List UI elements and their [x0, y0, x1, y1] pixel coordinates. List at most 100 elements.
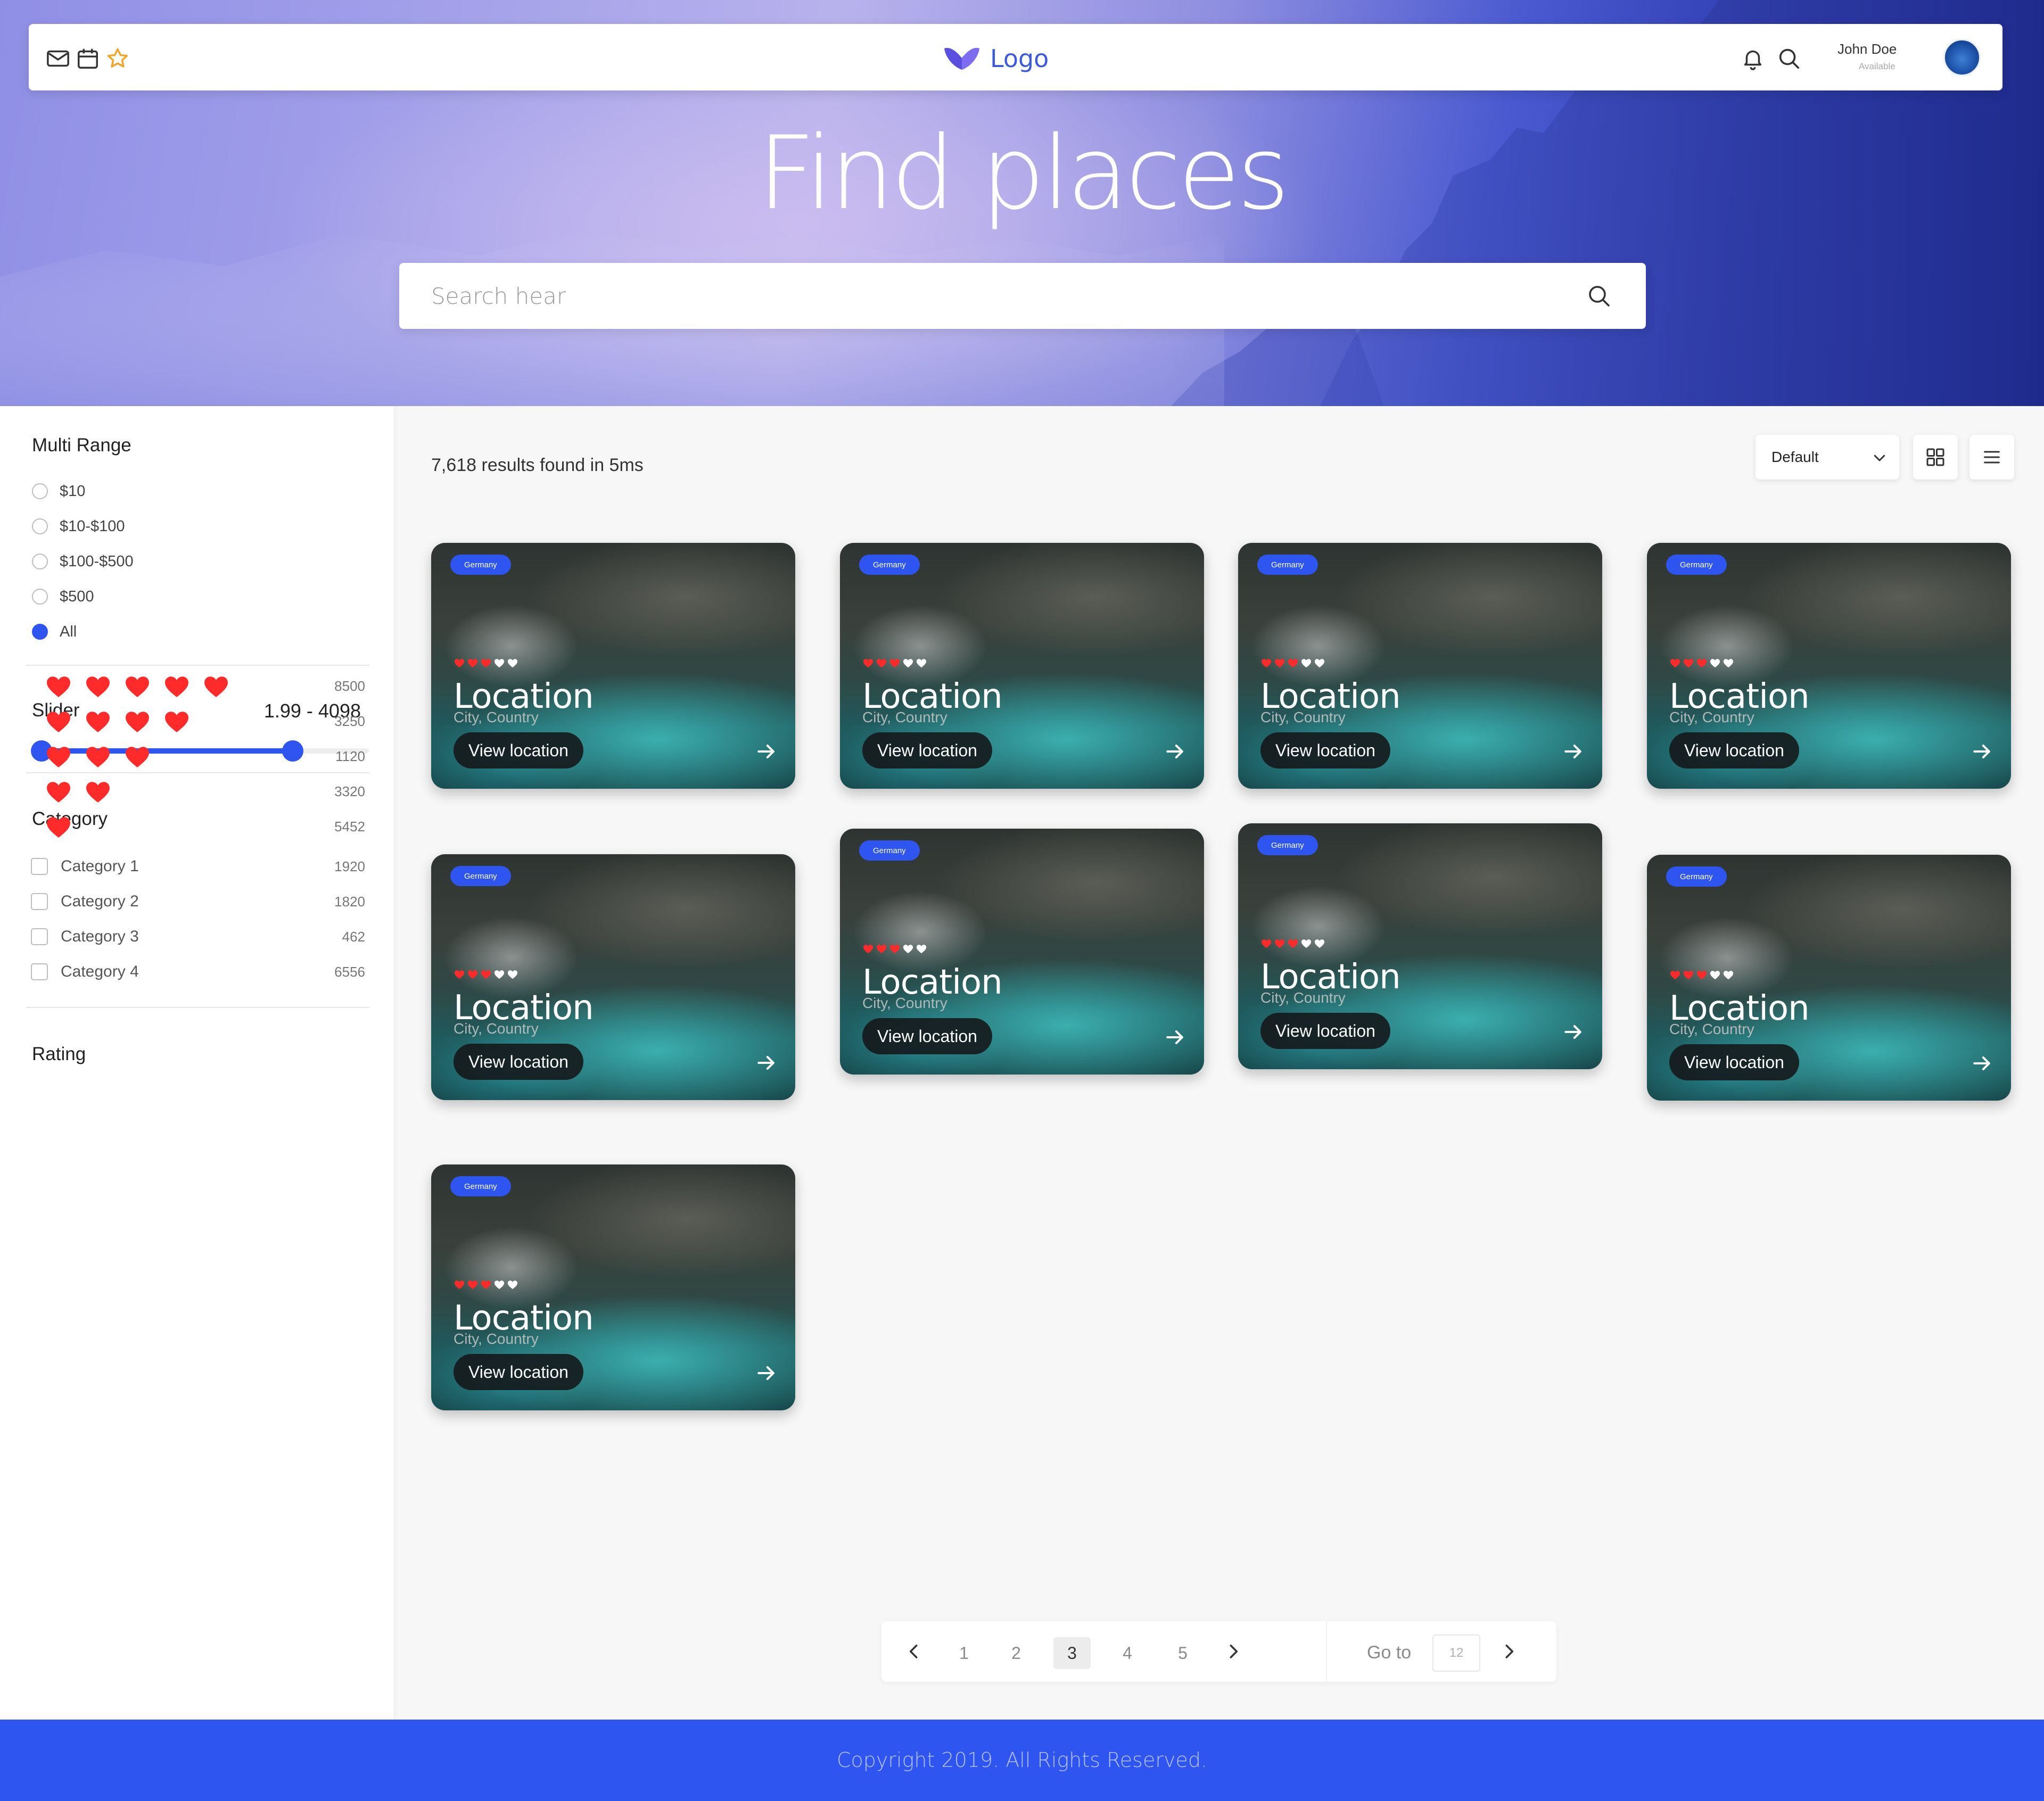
sort-dropdown[interactable]: Default [1755, 435, 1899, 480]
page-link[interactable]: 4 [1109, 1637, 1146, 1669]
location-card[interactable]: Germany Location City, Country View locatio… [1238, 543, 1602, 789]
rating-option[interactable]: 5452 [45, 813, 365, 840]
range-option[interactable]: $10 [32, 481, 85, 502]
rating-count: 1120 [335, 748, 365, 764]
rating-option[interactable]: 1120 [45, 743, 365, 770]
arrow-right-icon[interactable] [1164, 740, 1187, 763]
view-location-button[interactable]: View location [454, 732, 583, 769]
rating-hearts [45, 709, 191, 733]
heart-icon [1274, 939, 1285, 948]
view-location-button[interactable]: View location [1669, 1044, 1799, 1080]
chevron-right-icon[interactable] [1499, 1641, 1519, 1662]
location-card[interactable]: Germany Location City, Country View locatio… [431, 854, 795, 1100]
page-link-current[interactable]: 3 [1053, 1637, 1091, 1669]
arrow-right-icon[interactable] [1971, 740, 1994, 763]
range-option-label: $500 [60, 588, 94, 605]
category-count: 1920 [334, 858, 365, 874]
range-option[interactable]: $10-$100 [32, 516, 125, 537]
footer: Copyright 2019. All Rights Reserved. [0, 1720, 2044, 1801]
arrow-right-icon[interactable] [755, 740, 778, 763]
heart-icon [454, 1280, 465, 1290]
list-view-button[interactable] [1969, 435, 2014, 480]
range-option[interactable]: All [32, 621, 77, 642]
category-option[interactable]: Category 4 6556 [31, 961, 365, 982]
view-location-button[interactable]: View location [454, 1354, 583, 1390]
checkbox[interactable] [31, 928, 48, 945]
heart-icon [494, 1280, 505, 1290]
view-location-button[interactable]: View location [1669, 732, 1799, 769]
range-option-label: $100-$500 [60, 552, 134, 570]
rating-option[interactable]: 3250 [45, 708, 365, 734]
card-subtitle: City, Country [1669, 1021, 1754, 1037]
grid-view-icon [1926, 448, 1944, 466]
page-link[interactable]: 2 [998, 1637, 1035, 1669]
range-option[interactable]: $100-$500 [32, 551, 134, 572]
view-location-button[interactable]: View location [1260, 1013, 1390, 1049]
view-location-button[interactable]: View location [1260, 732, 1390, 769]
radio-button-selected[interactable] [32, 624, 48, 640]
calendar-icon[interactable] [76, 46, 100, 71]
card-subtitle: City, Country [1669, 709, 1754, 725]
location-card[interactable]: Germany Location City, Country View locatio… [1647, 855, 2011, 1101]
rating-hearts [45, 674, 230, 698]
view-location-button[interactable]: View location [862, 1018, 992, 1054]
arrow-right-icon[interactable] [1562, 1020, 1585, 1044]
location-card[interactable]: Germany Location City, Country View locatio… [1647, 543, 2011, 789]
category-option[interactable]: Category 2 1820 [31, 891, 365, 912]
category-option[interactable]: Category 3 462 [31, 926, 365, 947]
location-card[interactable]: Germany Location City, Country View locatio… [840, 543, 1204, 789]
card-rating [1260, 938, 1325, 948]
card-rating [862, 944, 927, 954]
goto-page-input[interactable] [1432, 1634, 1480, 1672]
location-card[interactable]: Germany Location City, Country View locatio… [1238, 823, 1602, 1069]
divider [26, 1007, 369, 1008]
bell-icon[interactable] [1741, 46, 1765, 71]
heart-icon [1261, 659, 1272, 668]
location-card[interactable]: Germany Location City, Country View locatio… [431, 1164, 795, 1410]
chevron-left-icon[interactable] [904, 1641, 924, 1662]
arrow-right-icon[interactable] [1562, 740, 1585, 763]
star-icon[interactable] [105, 46, 130, 71]
location-card[interactable]: Germany Location City, Country View locatio… [431, 543, 795, 789]
page-link[interactable]: 1 [945, 1637, 983, 1669]
grid-view-button[interactable] [1913, 435, 1958, 480]
range-option-label: $10 [60, 482, 86, 500]
radio-button[interactable] [32, 518, 48, 534]
rating-option[interactable]: 8500 [45, 673, 365, 699]
arrow-right-icon[interactable] [755, 1361, 778, 1385]
category-option[interactable]: Category 1 1920 [31, 856, 365, 877]
arrow-right-icon[interactable] [755, 1051, 778, 1075]
view-location-button[interactable]: View location [862, 732, 992, 769]
logo[interactable]: Logo [943, 43, 1049, 75]
heart-icon [47, 712, 70, 732]
radio-button[interactable] [32, 553, 48, 569]
search-icon[interactable] [1586, 283, 1612, 309]
view-location-button[interactable]: View location [454, 1044, 583, 1080]
checkbox[interactable] [31, 858, 48, 875]
arrow-right-icon[interactable] [1971, 1052, 1994, 1075]
location-card[interactable]: Germany Location City, Country View locatio… [840, 829, 1204, 1075]
rating-option[interactable]: 3320 [45, 778, 365, 805]
radio-button[interactable] [32, 483, 48, 499]
search-input[interactable] [431, 280, 1549, 312]
user-status: Available [1859, 61, 1895, 71]
checkbox[interactable] [31, 963, 48, 980]
range-option[interactable]: $500 [32, 586, 94, 607]
arrow-right-icon[interactable] [1164, 1026, 1187, 1049]
checkbox[interactable] [31, 893, 48, 910]
heart-icon [916, 659, 927, 668]
copyright-text: Copyright 2019. All Rights Reserved. [836, 1748, 1208, 1772]
heart-icon [1696, 659, 1707, 668]
mail-icon[interactable] [46, 46, 70, 71]
card-rating [1669, 658, 1734, 668]
avatar[interactable] [1943, 39, 1981, 76]
page-link[interactable]: 5 [1164, 1637, 1201, 1669]
heart-icon [86, 712, 110, 732]
search-icon[interactable] [1777, 46, 1801, 71]
goto-label: Go to [1367, 1642, 1412, 1663]
range-option-label: All [60, 623, 77, 640]
chevron-right-icon[interactable] [1223, 1641, 1243, 1662]
logo-text: Logo [990, 44, 1049, 73]
list-view-icon [1984, 451, 2000, 464]
radio-button[interactable] [32, 589, 48, 605]
